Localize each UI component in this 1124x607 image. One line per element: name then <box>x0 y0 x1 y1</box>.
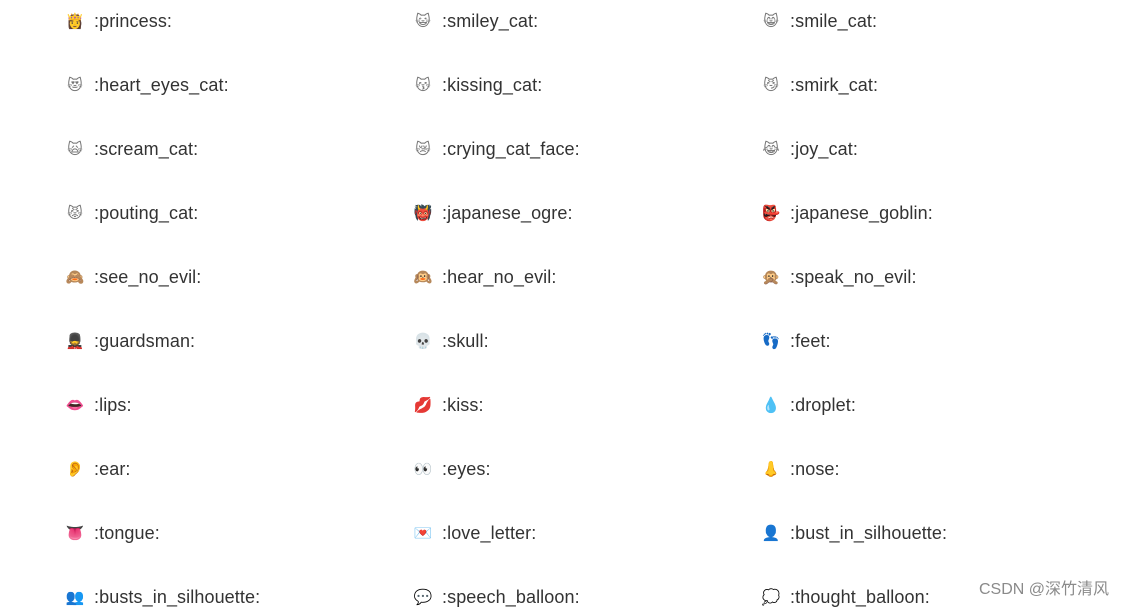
emoji-item: 😽 :kissing_cat: <box>414 64 762 106</box>
crying-cat-face-icon: 😿 <box>415 140 431 158</box>
lips-icon: 👄 <box>65 396 85 414</box>
japanese-ogre-icon: 👹 <box>413 204 433 222</box>
emoji-item: 😿 :crying_cat_face: <box>414 128 762 170</box>
emoji-item: 👂 :ear: <box>66 448 414 490</box>
watermark: CSDN @深竹清风 <box>978 581 1109 598</box>
emoji-code: :guardsman: <box>94 331 196 351</box>
emoji-code: :thought_balloon: <box>790 587 930 607</box>
emoji-item: 👹 :japanese_ogre: <box>414 192 762 234</box>
emoji-code: :speech_balloon: <box>442 587 580 607</box>
emoji-code: :hear_no_evil: <box>442 267 557 287</box>
emoji-code: :kiss: <box>442 395 484 415</box>
emoji-code: :busts_in_silhouette: <box>94 587 261 607</box>
emoji-item: 🙊 :speak_no_evil: <box>762 256 1106 298</box>
hear-no-evil-icon: 🙉 <box>413 268 433 286</box>
emoji-item: 😾 :pouting_cat: <box>66 192 414 234</box>
emoji-item: 👥 :busts_in_silhouette: <box>66 576 414 607</box>
joy-cat-icon: 😹 <box>762 140 780 158</box>
emoji-item: 🙀 :scream_cat: <box>66 128 414 170</box>
emoji-item: 👅 :tongue: <box>66 512 414 554</box>
emoji-item: 🙉 :hear_no_evil: <box>414 256 762 298</box>
smiley-cat-icon: 😺 <box>415 12 431 30</box>
nose-icon: 👃 <box>761 460 781 478</box>
love-letter-icon: 💌 <box>413 524 433 542</box>
feet-icon: 👣 <box>761 332 781 350</box>
emoji-code: :smirk_cat: <box>790 75 879 95</box>
kissing-cat-icon: 😽 <box>415 76 431 94</box>
heart-eyes-cat-icon: 😻 <box>67 76 83 94</box>
smirk-cat-icon: 😼 <box>763 76 779 94</box>
emoji-item: 💧 :droplet: <box>762 384 1106 426</box>
emoji-item: 😺 :smiley_cat: <box>414 0 762 42</box>
emoji-code: :smile_cat: <box>790 11 878 31</box>
emoji-code: :crying_cat_face: <box>442 139 580 159</box>
emoji-item: 🙈 :see_no_evil: <box>66 256 414 298</box>
emoji-code: :lips: <box>94 395 132 415</box>
emoji-code: :smiley_cat: <box>442 11 539 31</box>
droplet-icon: 💧 <box>761 396 781 414</box>
emoji-code: :feet: <box>790 331 831 351</box>
emoji-code: :heart_eyes_cat: <box>94 75 229 95</box>
emoji-item: 💀 :skull: <box>414 320 762 362</box>
emoji-grid: 👸 :princess: 😺 :smiley_cat: 😸 :smile_cat: 😻… <box>66 0 1106 607</box>
emoji-code: :scream_cat: <box>94 139 199 159</box>
emoji-item: 😻 :heart_eyes_cat: <box>66 64 414 106</box>
emoji-code: :eyes: <box>442 459 491 479</box>
emoji-item: 👀 :eyes: <box>414 448 762 490</box>
emoji-item: 💬 :speech_balloon: <box>414 576 762 607</box>
emoji-item: 💂 :guardsman: <box>66 320 414 362</box>
emoji-code: :see_no_evil: <box>94 267 202 287</box>
emoji-code: :princess: <box>94 11 173 31</box>
emoji-code: :pouting_cat: <box>94 203 199 223</box>
kiss-icon: 💋 <box>413 396 433 414</box>
emoji-code: :love_letter: <box>442 523 537 543</box>
speech-balloon-icon: 💬 <box>413 588 433 606</box>
ear-icon: 👂 <box>65 460 85 478</box>
speak-no-evil-icon: 🙊 <box>761 268 781 286</box>
emoji-item: 😹 :joy_cat: <box>762 128 1106 170</box>
japanese-goblin-icon: 👺 <box>761 204 781 222</box>
emoji-item: 👄 :lips: <box>66 384 414 426</box>
pouting-cat-icon: 😾 <box>67 204 83 222</box>
emoji-item: 👤 :bust_in_silhouette: <box>762 512 1106 554</box>
emoji-code: :nose: <box>790 459 840 479</box>
emoji-code: :tongue: <box>94 523 160 543</box>
eyes-icon: 👀 <box>413 460 433 478</box>
emoji-code: :bust_in_silhouette: <box>790 523 948 543</box>
emoji-item: 👸 :princess: <box>66 0 414 42</box>
scream-cat-icon: 🙀 <box>67 140 83 158</box>
emoji-code: :joy_cat: <box>790 139 858 159</box>
thought-balloon-icon: 💭 <box>761 588 781 606</box>
busts-in-silhouette-icon: 👥 <box>65 588 85 606</box>
emoji-code: :droplet: <box>790 395 856 415</box>
emoji-code: :kissing_cat: <box>442 75 543 95</box>
emoji-item: 👃 :nose: <box>762 448 1106 490</box>
tongue-icon: 👅 <box>65 524 85 542</box>
emoji-item: 💋 :kiss: <box>414 384 762 426</box>
emoji-code: :japanese_goblin: <box>790 203 933 223</box>
emoji-item: 👺 :japanese_goblin: <box>762 192 1106 234</box>
smile-cat-icon: 😸 <box>763 12 779 30</box>
bust-in-silhouette-icon: 👤 <box>761 524 781 542</box>
skull-icon: 💀 <box>413 332 433 350</box>
emoji-item: 😼 :smirk_cat: <box>762 64 1106 106</box>
emoji-code: :speak_no_evil: <box>790 267 917 287</box>
emoji-code: :japanese_ogre: <box>442 203 573 223</box>
emoji-item: 💌 :love_letter: <box>414 512 762 554</box>
emoji-item: 👣 :feet: <box>762 320 1106 362</box>
see-no-evil-icon: 🙈 <box>65 268 85 286</box>
emoji-code: :ear: <box>94 459 131 479</box>
guardsman-icon: 💂 <box>65 332 85 350</box>
emoji-code: :skull: <box>442 331 489 351</box>
princess-icon: 👸 <box>65 12 85 30</box>
emoji-item: 😸 :smile_cat: <box>762 0 1106 42</box>
